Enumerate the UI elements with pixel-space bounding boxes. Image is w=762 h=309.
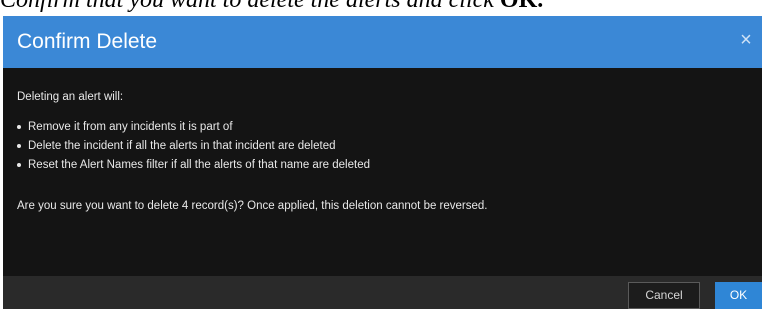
list-item: Reset the Alert Names filter if all the … bbox=[17, 157, 370, 176]
bullet-icon bbox=[17, 163, 21, 167]
dialog-footer: Cancel OK bbox=[3, 276, 762, 309]
instruction-text: Confirm that you want to delete the aler… bbox=[0, 0, 500, 12]
list-item: Delete the incident if all the alerts in… bbox=[17, 138, 370, 157]
ok-button[interactable]: OK bbox=[715, 282, 762, 309]
dialog-title: Confirm Delete bbox=[17, 30, 158, 53]
dialog-intro: Deleting an alert will: bbox=[17, 91, 124, 103]
close-icon[interactable]: × bbox=[734, 26, 758, 54]
bullet-icon bbox=[17, 144, 21, 148]
consequence-list: Remove it from any incidents it is part … bbox=[17, 119, 370, 176]
confirm-delete-dialog: Confirm Delete × Deleting an alert will:… bbox=[3, 16, 762, 309]
instruction-emphasis: OK. bbox=[500, 0, 543, 12]
list-item-text: Reset the Alert Names filter if all the … bbox=[28, 159, 370, 171]
cancel-button[interactable]: Cancel bbox=[628, 282, 700, 309]
dialog-body: Deleting an alert will: Remove it from a… bbox=[3, 68, 762, 276]
confirmation-question: Are you sure you want to delete 4 record… bbox=[17, 200, 488, 212]
instruction-caption: Confirm that you want to delete the aler… bbox=[0, 0, 762, 12]
list-item-text: Remove it from any incidents it is part … bbox=[28, 121, 233, 133]
dialog-header: Confirm Delete × bbox=[3, 16, 762, 68]
bullet-icon bbox=[17, 125, 21, 129]
list-item-text: Delete the incident if all the alerts in… bbox=[28, 140, 336, 152]
list-item: Remove it from any incidents it is part … bbox=[17, 119, 370, 138]
